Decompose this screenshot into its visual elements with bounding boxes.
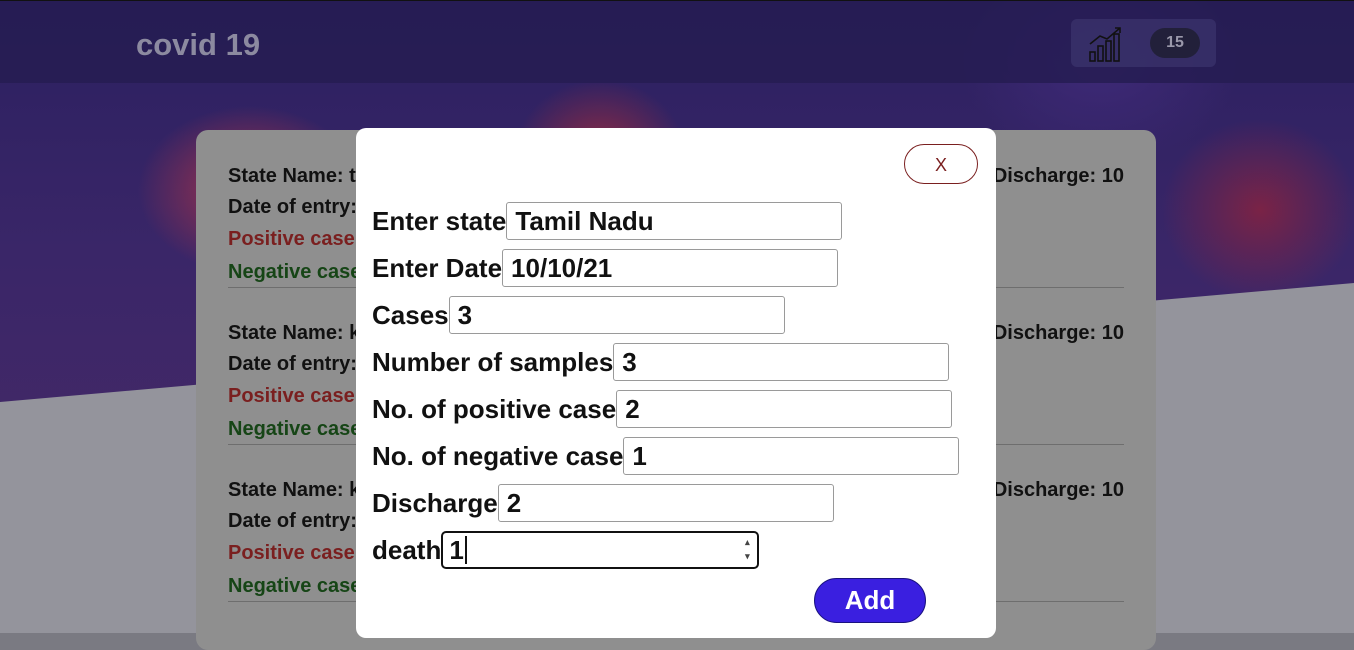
positive-field-row: No. of positive case 2 [372,390,953,428]
brand-title[interactable]: covid 19 [136,27,260,63]
death-field-row: death 1 ▴ ▾ [372,531,760,569]
positive-case: Positive case [228,385,355,407]
state-input[interactable]: Tamil Nadu [506,202,843,240]
positive-case: Positive case [228,542,355,564]
text-caret [464,536,467,564]
date-of-entry: Date of entry: [228,510,357,532]
positive-label: No. of positive case [372,393,617,424]
state-name: State Name: k [228,322,361,344]
add-button[interactable]: Add [814,578,926,623]
date-input[interactable]: 10/10/21 [502,249,839,287]
negative-label: No. of negative case [372,440,624,471]
negative-case: Negative case [228,575,362,597]
samples-label: Number of samples [372,346,614,377]
samples-input[interactable]: 3 [613,343,950,381]
state-name: State Name: k [228,479,361,501]
death-input[interactable]: 1 ▴ ▾ [441,531,760,569]
date-field-row: Enter Date 10/10/21 [372,249,839,287]
cases-field-row: Cases 3 [372,296,785,334]
state-label: Enter state [372,205,507,236]
negative-input[interactable]: 1 [623,437,960,475]
positive-case: Positive case [228,228,355,250]
navbar: covid 19 15 [0,0,1354,83]
cases-label: Cases [372,299,449,330]
date-label: Enter Date [372,252,503,283]
number-spinner-icon[interactable]: ▴ ▾ [741,535,753,565]
bar-chart-trend-icon [1089,27,1121,62]
date-of-entry: Date of entry: [228,196,357,218]
negative-case: Negative case [228,418,362,440]
samples-field-row: Number of samples 3 [372,343,950,381]
discharge-input[interactable]: 2 [497,484,834,522]
death-value: 1 [449,534,464,565]
cases-input[interactable]: 3 [448,296,785,334]
close-button[interactable]: X [904,144,978,184]
state-name: State Name: ta [228,165,367,187]
stats-count: 15 [1150,28,1200,58]
date-of-entry: Date of entry: [228,353,357,375]
discharge-count: Discharge: 10 [992,479,1124,501]
discharge-count: Discharge: 10 [992,322,1124,344]
discharge-count: Discharge: 10 [992,165,1124,187]
positive-input[interactable]: 2 [616,390,953,428]
stats-badge[interactable]: 15 [1071,19,1216,67]
discharge-label: Discharge [372,487,498,518]
discharge-field-row: Discharge 2 [372,484,834,522]
death-label: death [372,534,442,565]
negative-field-row: No. of negative case 1 [372,437,960,475]
add-entry-modal: X Enter state Tamil Nadu Enter Date 10/1… [356,128,996,638]
negative-case: Negative case [228,261,362,283]
state-field-row: Enter state Tamil Nadu [372,202,843,240]
